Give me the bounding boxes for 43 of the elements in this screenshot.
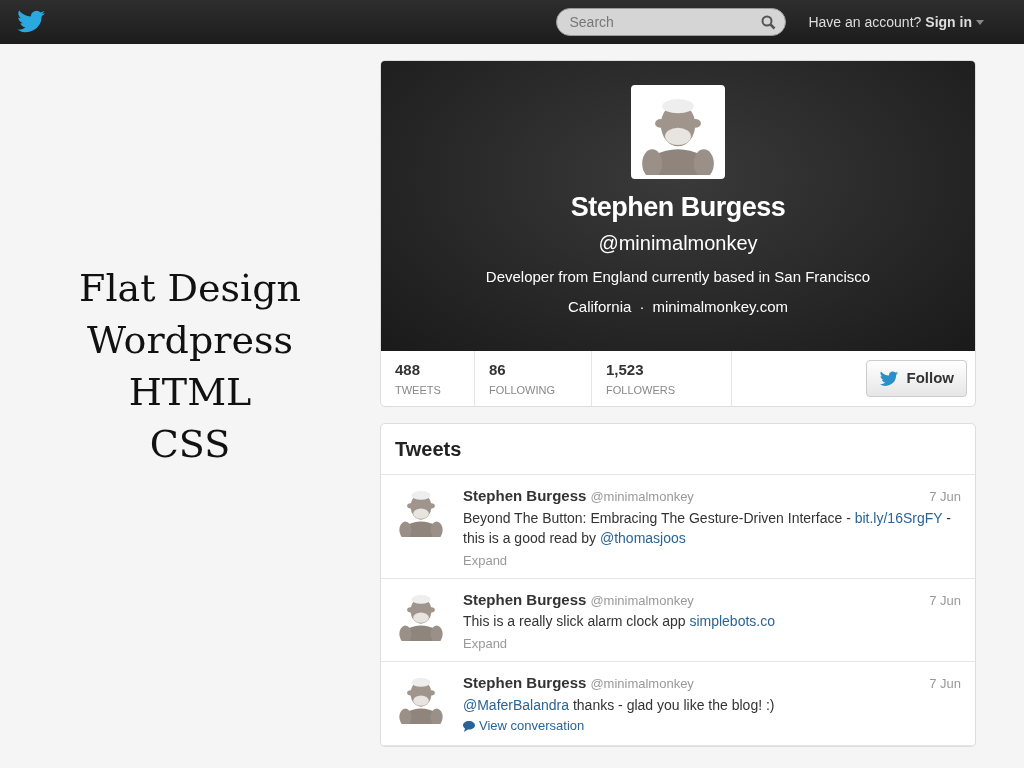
tweet-date: 7 Jun	[929, 591, 961, 610]
stat-value: 488	[395, 360, 422, 380]
follow-button[interactable]: Follow	[865, 360, 967, 397]
stat-value: 86	[489, 360, 507, 380]
tweet-date: 7 Jun	[929, 675, 961, 693]
search-field[interactable]: Search	[556, 8, 787, 36]
profile-location: California	[568, 297, 632, 317]
slide-text-line: Flat Design	[79, 265, 301, 312]
slide-text-line: Wordpress	[87, 317, 293, 364]
tweet-link[interactable]: @MaferBalandra	[463, 696, 570, 713]
tweet-text: This is a really slick alarm clock app simplebots.co	[463, 612, 776, 631]
slide-text-line: HTML	[128, 369, 252, 416]
caret-icon[interactable]	[976, 19, 984, 25]
website-link[interactable]: minimalmonkey.com	[652, 296, 788, 319]
separator-dot: ·	[639, 297, 645, 317]
stat-label: TWEETS	[395, 382, 442, 398]
slide-text-line: CSS	[149, 421, 231, 468]
view-conversation-link[interactable]: View conversation	[463, 716, 585, 736]
profile-bio: Developer from England currently based in San Francisco	[485, 266, 871, 287]
stat-label: FOLLOWING	[489, 382, 556, 398]
tweet-link[interactable]: @thomasjoos	[600, 529, 686, 546]
profile-handle: @minimalmonkey	[598, 230, 758, 256]
speech-bubble-icon	[463, 720, 475, 732]
tweet-date: 7 Jun	[929, 488, 961, 506]
tweet-link[interactable]: simplebots.co	[689, 613, 775, 629]
profile-name: Stephen Burgess	[570, 191, 786, 224]
sign-in-link[interactable]: Sign in	[925, 11, 972, 33]
stat-value: 1,523	[606, 360, 645, 380]
bird-icon	[878, 370, 899, 387]
tweet-text: Beyond The Button: Embracing The Gesture-Driven Interface - bit.ly/16SrgFY - this is a good read by @thomasjoos	[463, 508, 952, 548]
author-handle: @minimalmonkey	[590, 591, 694, 610]
tweet-text: @MaferBalandra thanks - glad you like the blog! :)	[463, 695, 776, 715]
stat-label: FOLLOWERS	[606, 382, 677, 398]
search-icon[interactable]	[761, 15, 777, 30]
bird-logo-icon[interactable]	[16, 10, 46, 34]
tweets-heading: Tweets	[381, 424, 975, 475]
author-handle: @minimalmonkey	[590, 488, 694, 506]
tweet-link[interactable]: bit.ly/16SrgFY	[854, 509, 943, 526]
author-name: Stephen Burgess	[463, 673, 587, 693]
author-handle: @minimalmonkey	[590, 675, 694, 693]
author-name: Stephen Burgess	[463, 486, 587, 506]
author-name: Stephen Burgess	[463, 589, 587, 610]
account-prompt: Have an account?	[808, 12, 922, 32]
